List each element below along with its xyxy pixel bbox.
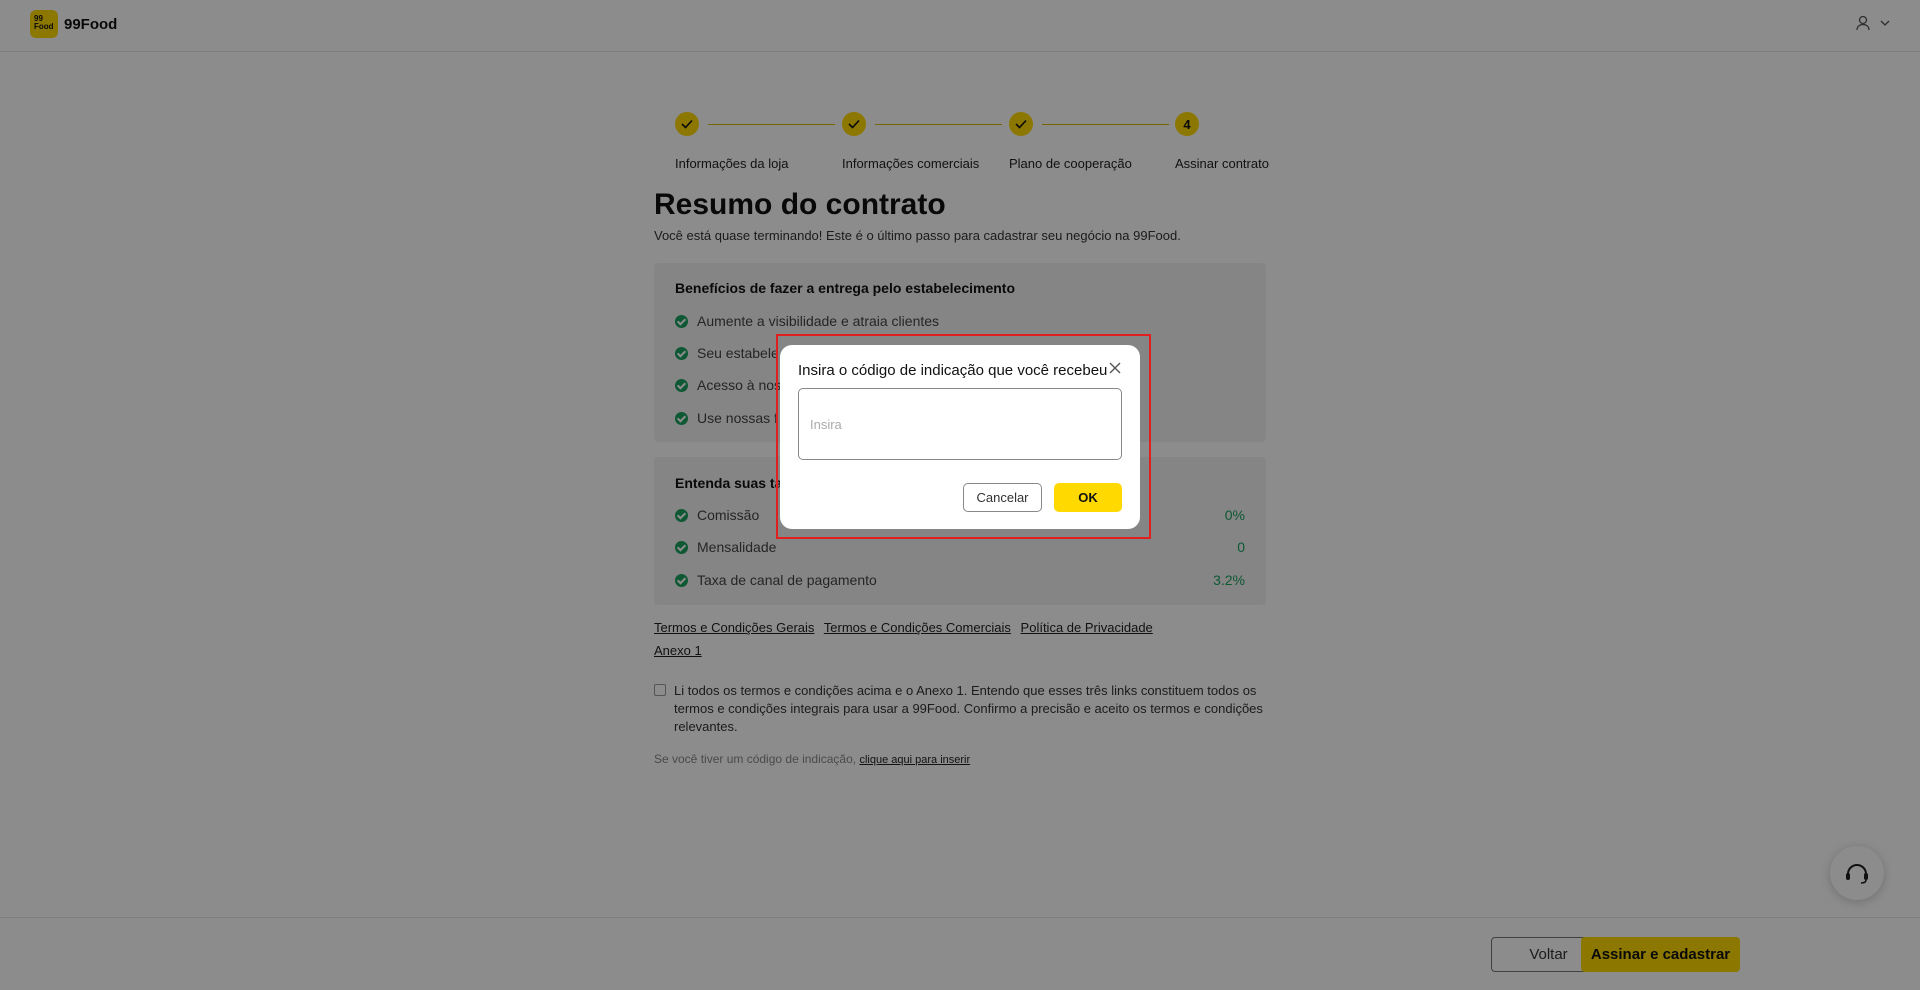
dialog-title: Insira o código de indicação que você re… — [798, 362, 1108, 379]
ok-button[interactable]: OK — [1054, 483, 1122, 512]
referral-code-dialog: Insira o código de indicação que você re… — [780, 345, 1140, 529]
cancel-button[interactable]: Cancelar — [963, 483, 1042, 512]
referral-code-input[interactable] — [798, 388, 1122, 460]
close-icon[interactable] — [1108, 361, 1122, 375]
